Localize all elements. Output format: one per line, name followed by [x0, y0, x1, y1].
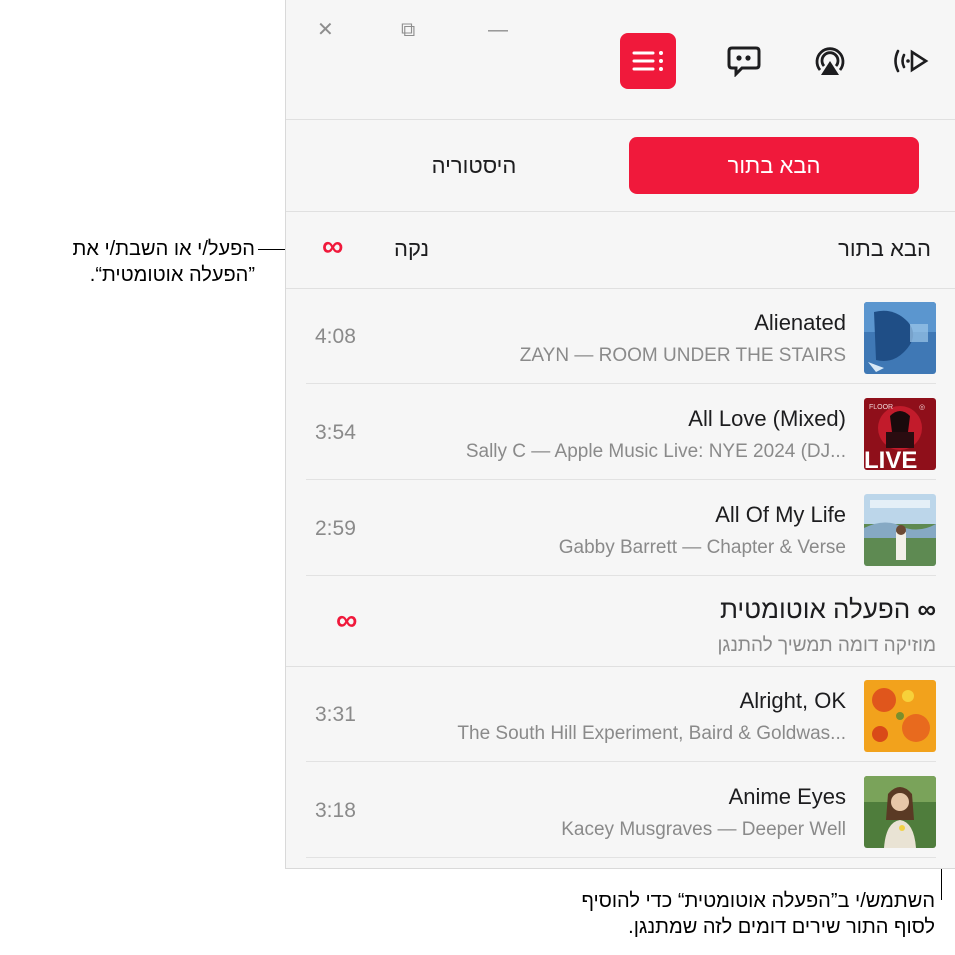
track-duration: 3:54	[315, 421, 356, 444]
broadcast-button[interactable]	[884, 33, 940, 89]
track-title: Alienated	[754, 310, 846, 335]
track-subtitle: Sally C — Apple Music Live: NYE 2024 (DJ…	[465, 441, 846, 462]
queue-panel: ✕ ⧉ — היסטוריה הבא בתור ∞ נקה הבא בתור A…	[285, 0, 955, 869]
callout-autoplay-toggle: הפעל/י או השבת/י את ”הפעלה אוטומטית“.	[5, 236, 255, 288]
airplay-icon	[815, 47, 845, 75]
track-subtitle: Gabby Barrett — Chapter & Verse	[558, 537, 846, 558]
autoplay-toggle-icon[interactable]: ∞	[322, 230, 343, 264]
row-divider	[306, 575, 936, 576]
track-title: All Of My Life	[715, 502, 846, 527]
restore-icon[interactable]: ⧉	[401, 18, 415, 42]
airplay-button[interactable]	[802, 33, 858, 89]
track-row[interactable]: Alienated ZAYN — ROOM UNDER THE STAIRS 4…	[306, 288, 936, 384]
tabs-divider	[286, 211, 955, 212]
autoplay-title: הפעלה אוטומטית ∞	[720, 594, 936, 625]
track-subtitle: ZAYN — ROOM UNDER THE STAIRS	[519, 345, 846, 366]
toolbar-divider	[286, 119, 955, 120]
svg-text:◎: ◎	[919, 404, 925, 411]
tab-history[interactable]: היסטוריה	[329, 137, 619, 194]
section-title: הבא בתור	[838, 236, 931, 261]
queue-button[interactable]	[620, 33, 676, 89]
track-duration: 3:31	[315, 703, 356, 726]
track-duration: 4:08	[315, 325, 356, 348]
callout-line-1: השתמש/י ב”הפעלה אוטומטית“ כדי להוסיף	[581, 890, 935, 912]
track-title: All Love (Mixed)	[688, 406, 846, 431]
track-title: Anime Eyes	[728, 784, 846, 809]
callout-autoplay-section: השתמש/י ב”הפעלה אוטומטית“ כדי להוסיף לסו…	[400, 888, 935, 940]
track-row[interactable]: Alright, OK The South Hill Experiment, B…	[306, 666, 936, 762]
live-label: LIVE	[864, 447, 917, 470]
autoplay-subtitle: מוזיקה דומה תמשיך להתנגן	[717, 635, 937, 656]
autoplay-indicator-icon[interactable]: ∞	[336, 604, 357, 638]
autoplay-title-text: הפעלה אוטומטית	[719, 594, 911, 624]
track-title: Alright, OK	[739, 688, 846, 713]
autoplay-section: הפעלה אוטומטית ∞ מוזיקה דומה תמשיך להתנג…	[306, 582, 936, 666]
list-icon	[632, 51, 663, 71]
track-row[interactable]: FLOOR ◎ LIVE All Love (Mixed) Sally C — …	[306, 384, 936, 480]
tab-up-next[interactable]: הבא בתור	[629, 137, 919, 194]
album-art	[864, 680, 936, 752]
track-subtitle: Kacey Musgraves — Deeper Well	[561, 819, 846, 840]
album-art: FLOOR ◎ LIVE	[864, 398, 936, 470]
track-duration: 3:18	[315, 799, 356, 822]
lyrics-bubble-icon	[727, 46, 761, 77]
broadcast-icon	[894, 49, 929, 73]
infinity-icon: ∞	[917, 594, 936, 624]
album-art	[864, 776, 936, 848]
track-row[interactable]: All Of My Life Gabby Barrett — Chapter &…	[306, 480, 936, 576]
clear-button[interactable]: נקה	[394, 236, 429, 262]
callout-line-2: ”הפעלה אוטומטית“.	[89, 264, 255, 286]
callout-line-2: לסוף התור שירים דומים לזה שמתנגן.	[628, 916, 935, 938]
track-subtitle: The South Hill Experiment, Baird & Goldw…	[457, 723, 846, 744]
row-divider	[306, 857, 936, 858]
minimize-icon[interactable]: —	[488, 18, 508, 42]
track-duration: 2:59	[315, 517, 356, 540]
callout-line-1: הפעל/י או השבת/י את	[72, 238, 255, 260]
lyrics-button[interactable]	[716, 33, 772, 89]
album-art	[864, 302, 936, 374]
track-row[interactable]: Anime Eyes Kacey Musgraves — Deeper Well…	[306, 762, 936, 858]
svg-text:FLOOR: FLOOR	[869, 404, 893, 411]
album-art	[864, 494, 936, 566]
close-icon[interactable]: ✕	[317, 18, 334, 42]
